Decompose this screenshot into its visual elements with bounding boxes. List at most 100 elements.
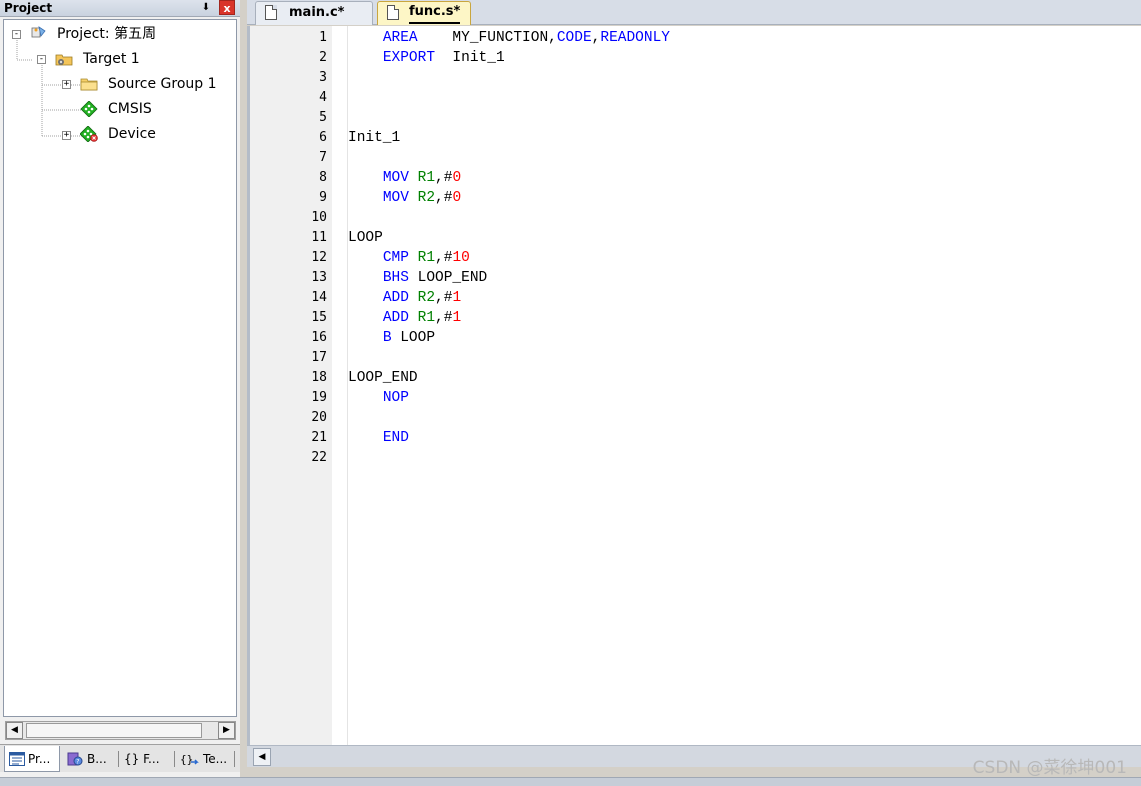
editor-tab-main-label: main.c* [289, 5, 345, 20]
folder-icon [80, 78, 98, 91]
document-icon [265, 5, 277, 20]
tree-item-cmsis[interactable]: CMSIS [108, 100, 152, 118]
code-keyword: MOV [382, 190, 409, 206]
expand-source-group-toggle[interactable]: + [62, 80, 71, 89]
editor-tab-func-s[interactable]: func.s* [377, 1, 471, 25]
code-keyword: END [382, 430, 409, 446]
line-number-gutter: 1 2 3 4 5 6 7 8 9 10 11 12 13 14 15 16 1… [250, 26, 332, 745]
code-keyword: B [382, 330, 392, 346]
editor-tab-func-label: func.s* [409, 2, 461, 24]
editor-horizontal-scrollbar[interactable]: ◀ CSDN @菜徐坤001 [247, 745, 1141, 778]
tree-item-device[interactable]: Device [108, 125, 156, 143]
close-icon[interactable]: x [219, 0, 235, 15]
line-number: 18 [311, 370, 327, 385]
line-number: 12 [311, 250, 327, 265]
document-icon [387, 5, 399, 20]
editor-tab-main-c[interactable]: main.c* [255, 1, 373, 25]
code-line: BHS LOOP_END [348, 268, 487, 288]
target-icon [55, 54, 73, 66]
code-line: MOV R1,#0 [348, 168, 461, 188]
code-text: LOOP_END [408, 270, 488, 286]
tree-project-label[interactable]: Project: 第五周 [57, 25, 156, 43]
project-tree: - Project: 第五周 - Target 1 + Source Group… [3, 19, 237, 717]
code-text: Init_1 [435, 50, 505, 66]
code-line: NOP [348, 388, 409, 408]
tree-item-source-group[interactable]: Source Group 1 [108, 75, 217, 93]
code-keyword: READONLY [600, 30, 670, 46]
code-text: MY_FUNCTION, [417, 30, 557, 46]
tree-target-label[interactable]: Target 1 [83, 50, 140, 68]
code-line: MOV R2,#0 [348, 188, 461, 208]
line-number: 21 [311, 430, 327, 445]
tree-horizontal-scrollbar[interactable]: ◀ ▶ [5, 721, 236, 740]
svg-text:?: ? [76, 759, 79, 766]
line-number: 9 [319, 190, 327, 205]
pin-icon[interactable]: ⬇ [200, 1, 212, 15]
code-keyword: AREA [382, 30, 418, 46]
code-number: 1 [452, 290, 462, 306]
tab-separator [174, 751, 175, 767]
tab-project[interactable]: Pr... [4, 746, 60, 772]
code-text: ,# [435, 190, 453, 206]
tab-separator [118, 751, 119, 767]
code-register: R2 [417, 290, 436, 306]
line-number: 11 [311, 230, 327, 245]
tab-templates-label: Te... [203, 752, 228, 766]
code-keyword: CODE [556, 30, 592, 46]
panel-tab-bar: Pr... ? B... {} F... {} Te... [0, 744, 240, 772]
code-line: AREA MY_FUNCTION,CODE,READONLY [348, 28, 670, 48]
collapse-project-toggle[interactable]: - [12, 30, 21, 39]
expand-device-toggle[interactable]: + [62, 131, 71, 140]
tab-project-label: Pr... [28, 751, 51, 766]
code-label: LOOP_END [348, 370, 418, 386]
tab-functions[interactable]: {} F... [120, 746, 174, 772]
line-number: 14 [311, 290, 327, 305]
line-number: 15 [311, 310, 327, 325]
project-window-icon [9, 751, 25, 766]
line-number: 5 [319, 110, 327, 125]
code-number: 0 [452, 170, 462, 186]
code-editor[interactable]: 1 2 3 4 5 6 7 8 9 10 11 12 13 14 15 16 1… [247, 26, 1141, 745]
line-number: 20 [311, 410, 327, 425]
code-register: R2 [417, 190, 436, 206]
books-icon: ? [67, 752, 83, 766]
line-number: 6 [319, 130, 327, 145]
editor-scroll-left-button[interactable]: ◀ [253, 748, 271, 766]
code-line: ADD R1,#1 [348, 308, 461, 328]
tab-books[interactable]: ? B... [62, 746, 118, 772]
scroll-left-button[interactable]: ◀ [6, 722, 23, 739]
line-number: 8 [319, 170, 327, 185]
code-line: Init_1 [348, 128, 400, 148]
code-text: LOOP [391, 330, 436, 346]
code-text: ,# [435, 170, 453, 186]
scroll-thumb[interactable] [26, 723, 202, 738]
project-panel: Project ⬇ x - Project: 第五周 - Target 1 + … [0, 0, 240, 777]
line-number: 22 [311, 450, 327, 465]
editor-tab-bar: main.c* func.s* [247, 0, 1141, 25]
code-line: LOOP_END [348, 368, 418, 388]
code-keyword: ADD [382, 310, 409, 326]
code-text: ,# [435, 250, 453, 266]
tab-separator [234, 751, 235, 767]
code-number: 10 [452, 250, 470, 266]
code-keyword: BHS [382, 270, 409, 286]
collapse-target-toggle[interactable]: - [37, 55, 46, 64]
line-number: 19 [311, 390, 327, 405]
line-number: 13 [311, 270, 327, 285]
code-label: Init_1 [348, 130, 401, 146]
line-number: 4 [319, 90, 327, 105]
code-number: 0 [452, 190, 462, 206]
line-number: 2 [319, 50, 327, 65]
tab-templates[interactable]: {} Te... [176, 746, 234, 772]
code-line: LOOP [348, 228, 383, 248]
code-line: ADD R2,#1 [348, 288, 461, 308]
line-number: 16 [311, 330, 327, 345]
code-register: R1 [417, 170, 436, 186]
line-number: 3 [319, 70, 327, 85]
code-keyword: NOP [382, 390, 409, 406]
scroll-right-button[interactable]: ▶ [218, 722, 235, 739]
code-line: CMP R1,#10 [348, 248, 470, 268]
line-number: 17 [311, 350, 327, 365]
cmsis-icon [80, 101, 98, 117]
line-number: 1 [319, 30, 327, 45]
